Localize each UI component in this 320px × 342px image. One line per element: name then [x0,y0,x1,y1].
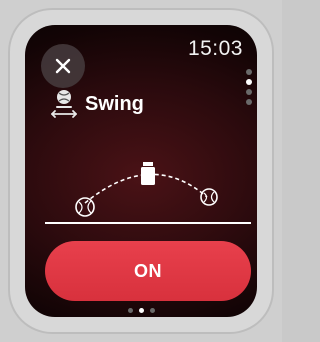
ball-icon-left [75,197,95,217]
mode-title: Swing [85,92,144,115]
watch-screen: 15:03 Swing ON [25,25,257,317]
horizontal-page-indicator [25,308,257,313]
page-dot [246,69,252,75]
swing-diagram [45,162,251,224]
fan-icon [141,162,155,185]
on-button[interactable]: ON [45,241,251,301]
pager-dot [127,308,133,313]
page-dot [246,99,252,105]
status-time: 15:03 [187,37,243,60]
pager-dot-active [138,308,144,313]
ball-icon-right [200,188,218,206]
swing-mode-icon [51,90,77,118]
close-icon [55,58,71,74]
page-dot-active [246,79,252,85]
close-button[interactable] [41,44,85,88]
page-dot [246,89,252,95]
vertical-page-indicator [245,69,253,109]
pager-dot [149,308,155,313]
mode-header: Swing [49,87,144,121]
